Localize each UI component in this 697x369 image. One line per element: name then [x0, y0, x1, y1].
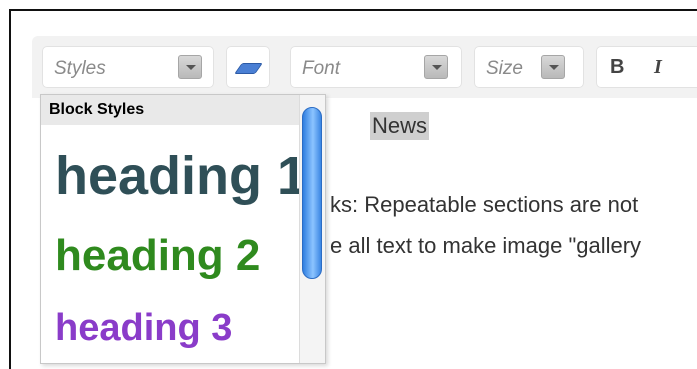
remove-format-button[interactable]	[226, 46, 270, 88]
style-item-heading-1[interactable]: heading 1	[55, 145, 307, 207]
style-item-heading-3[interactable]: heading 3	[55, 307, 232, 350]
chevron-down-icon[interactable]	[424, 55, 448, 79]
italic-button[interactable]: I	[654, 56, 662, 79]
styles-combo-label: Styles	[54, 58, 106, 79]
chevron-down-icon[interactable]	[178, 55, 202, 79]
style-item-heading-2[interactable]: heading 2	[55, 231, 260, 281]
size-combo-label: Size	[486, 58, 523, 79]
eraser-icon	[234, 63, 263, 74]
font-combo[interactable]: Font	[290, 46, 462, 88]
styles-dropdown-panel: Block Styles heading 1 heading 2 heading…	[40, 94, 326, 364]
bold-button[interactable]: B	[610, 56, 624, 79]
news-heading: News	[370, 112, 430, 140]
dropdown-header: Block Styles	[41, 95, 301, 125]
chevron-down-icon[interactable]	[541, 55, 565, 79]
styles-combo[interactable]: Styles	[42, 46, 214, 88]
dropdown-scroll-thumb[interactable]	[302, 107, 322, 279]
content-line-2: e all text to make image "gallery	[330, 233, 642, 258]
content-line-1: ks: Repeatable sections are not	[330, 192, 639, 217]
size-combo[interactable]: Size	[474, 46, 584, 88]
font-combo-label: Font	[302, 58, 341, 79]
